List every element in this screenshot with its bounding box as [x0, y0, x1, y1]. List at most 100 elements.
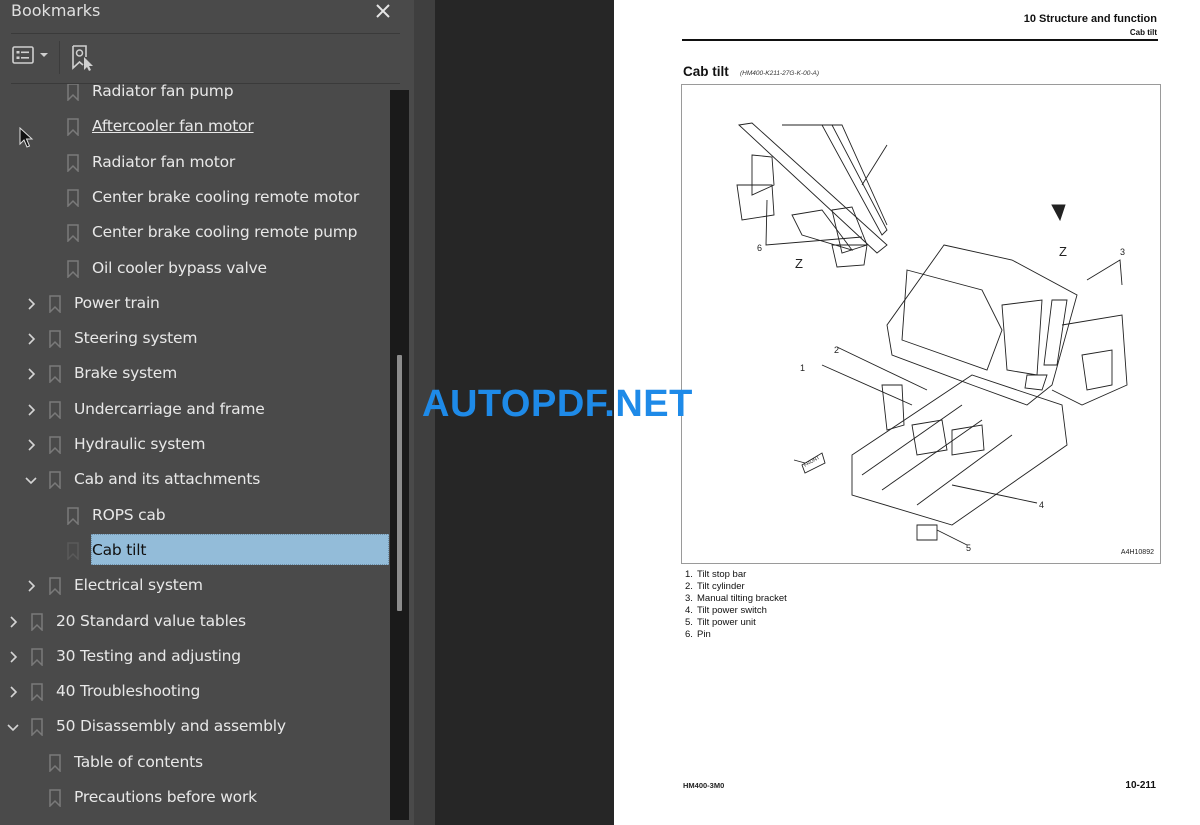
bookmark-label: Table of contents [74, 752, 203, 771]
bookmark-item[interactable]: Radiator fan motor [0, 146, 390, 180]
bookmark-label: Radiator fan pump [92, 84, 234, 100]
chevron-right-icon[interactable] [24, 297, 38, 311]
bookmark-label: 40 Troubleshooting [56, 682, 201, 701]
legend-text: Tilt cylinder [697, 581, 745, 592]
chevron-right-icon[interactable] [24, 579, 38, 593]
mouse-cursor-icon [19, 127, 34, 148]
bookmark-item[interactable]: Oil cooler bypass valve [0, 252, 390, 286]
bookmark-icon [31, 648, 43, 666]
bookmark-item[interactable]: Center brake cooling remote pump [0, 216, 390, 250]
footer-model: HM400-3M0 [683, 781, 725, 790]
bookmark-icon [67, 542, 79, 560]
panel-title: Bookmarks [11, 1, 101, 20]
list-options-icon [12, 46, 34, 64]
bookmark-label: Cab and its attachments [74, 470, 261, 489]
cab-tilt-diagram: 6 Z Z 3 2 1 4 5 FRONT [736, 122, 1128, 553]
bookmark-options-button[interactable] [12, 46, 49, 64]
bookmark-icon [31, 612, 43, 631]
bookmark-label: 20 Standard value tables [56, 611, 246, 630]
document-page: 10 Structure and function Cab tilt Cab t… [614, 0, 1200, 825]
bookmark-item[interactable]: Steering system [0, 322, 390, 356]
bookmark-icon [49, 471, 61, 490]
bookmark-label: Aftercooler fan motor [92, 117, 254, 136]
callout-3: 3 [1120, 247, 1125, 257]
bookmark-icon [49, 365, 61, 384]
close-panel-button[interactable] [372, 0, 394, 22]
bookmark-item[interactable]: Undercarriage and frame [0, 393, 390, 427]
legend-text: Tilt power unit [697, 617, 756, 628]
bookmark-item[interactable]: 30 Testing and adjusting [0, 640, 390, 674]
bookmark-item[interactable]: Cab tilt [0, 533, 390, 568]
find-current-bookmark-button[interactable] [70, 44, 96, 72]
callout-1: 1 [800, 363, 805, 373]
legend-number: 5. [685, 617, 693, 628]
cab-window [901, 269, 1003, 371]
bookmark-item[interactable]: Power train [0, 287, 390, 321]
chevron-right-icon[interactable] [24, 403, 38, 417]
bookmark-label: Precautions before work [74, 788, 257, 806]
header-rule [682, 39, 1158, 41]
bookmark-icon [49, 436, 61, 454]
callout-2: 2 [834, 345, 839, 355]
section-doc-code: (HM400-K211-27G-K-00-A) [740, 70, 819, 77]
bookmark-item[interactable]: 50 Disassembly and assembly [0, 710, 390, 744]
legend-number: 4. [685, 605, 693, 616]
page-header-subsection: Cab tilt [1129, 28, 1157, 37]
chevron-right-icon[interactable] [24, 438, 38, 452]
legend-item: 4. Tilt power switch [685, 605, 787, 617]
chevron-down-icon[interactable] [6, 720, 20, 734]
chevron-right-icon[interactable] [24, 332, 38, 346]
frame-post [881, 384, 905, 431]
bookmark-label: Hydraulic system [74, 435, 206, 453]
bookmark-label: Center brake cooling remote pump [92, 223, 358, 242]
tilt-power-unit [916, 524, 938, 541]
footer-page-number: 10-211 [1125, 780, 1156, 791]
legend-text: Tilt power switch [697, 605, 767, 616]
bookmark-item[interactable]: Precautions before work [0, 781, 390, 815]
bookmark-icon [49, 400, 61, 419]
bookmark-item[interactable]: Table of contents [0, 746, 390, 780]
bookmark-label: ROPS cab [92, 505, 166, 524]
bookmark-item[interactable]: Radiator fan pump [0, 84, 390, 109]
bookmark-label: Power train [74, 293, 160, 312]
inset-z-label: Z [795, 256, 803, 271]
bookmark-icon [49, 789, 61, 807]
chevron-right-icon[interactable] [6, 615, 20, 629]
bookmark-item[interactable]: ROPS cab [0, 499, 390, 533]
bookmark-tree: Radiator fan pump Aftercooler fan motor R… [0, 84, 390, 825]
chevron-right-icon[interactable] [6, 650, 20, 664]
chevron-right-icon[interactable] [6, 685, 20, 699]
legend-number: 3. [685, 593, 693, 604]
bookmark-label: Cab tilt [92, 540, 147, 559]
bookmark-item[interactable]: 20 Standard value tables [0, 605, 390, 639]
chevron-right-icon[interactable] [24, 367, 38, 381]
legend-item: 6. Pin [685, 629, 787, 641]
bookmark-icon [67, 506, 79, 525]
bookmark-icon [67, 189, 79, 207]
bookmark-item[interactable]: Center brake cooling remote motor [0, 181, 390, 215]
scrollbar-thumb[interactable] [397, 355, 402, 611]
bookmark-item[interactable]: 40 Troubleshooting [0, 675, 390, 709]
bookmark-item[interactable]: Aftercooler fan motor [0, 110, 390, 144]
bookmark-icon [67, 259, 79, 278]
inset-hinge-left [751, 154, 775, 196]
bookmark-label: Steering system [74, 329, 198, 348]
bookmark-item[interactable]: Electrical system [0, 569, 390, 603]
bookmark-item[interactable]: Cab and its attachments [0, 463, 390, 497]
separator [11, 33, 400, 34]
cab-grille [1024, 374, 1048, 391]
legend-text: Tilt stop bar [697, 569, 747, 580]
view-arrow [1051, 204, 1066, 222]
legend-item: 3. Manual tilting bracket [685, 593, 787, 605]
bookmark-item[interactable]: Brake system [0, 357, 390, 391]
close-icon [376, 4, 390, 18]
page-header-section: 10 Structure and function [1023, 13, 1157, 25]
bookmark-icon [67, 224, 79, 243]
view-z-label: Z [1059, 244, 1067, 259]
chevron-down-icon[interactable] [24, 473, 38, 487]
bookmark-label: Center brake cooling remote motor [92, 187, 359, 206]
figure-id: A4H10892 [1120, 549, 1154, 556]
bookmark-icon [31, 683, 43, 702]
bookmark-item[interactable]: Hydraulic system [0, 428, 390, 462]
bookmark-label: Brake system [74, 364, 178, 383]
